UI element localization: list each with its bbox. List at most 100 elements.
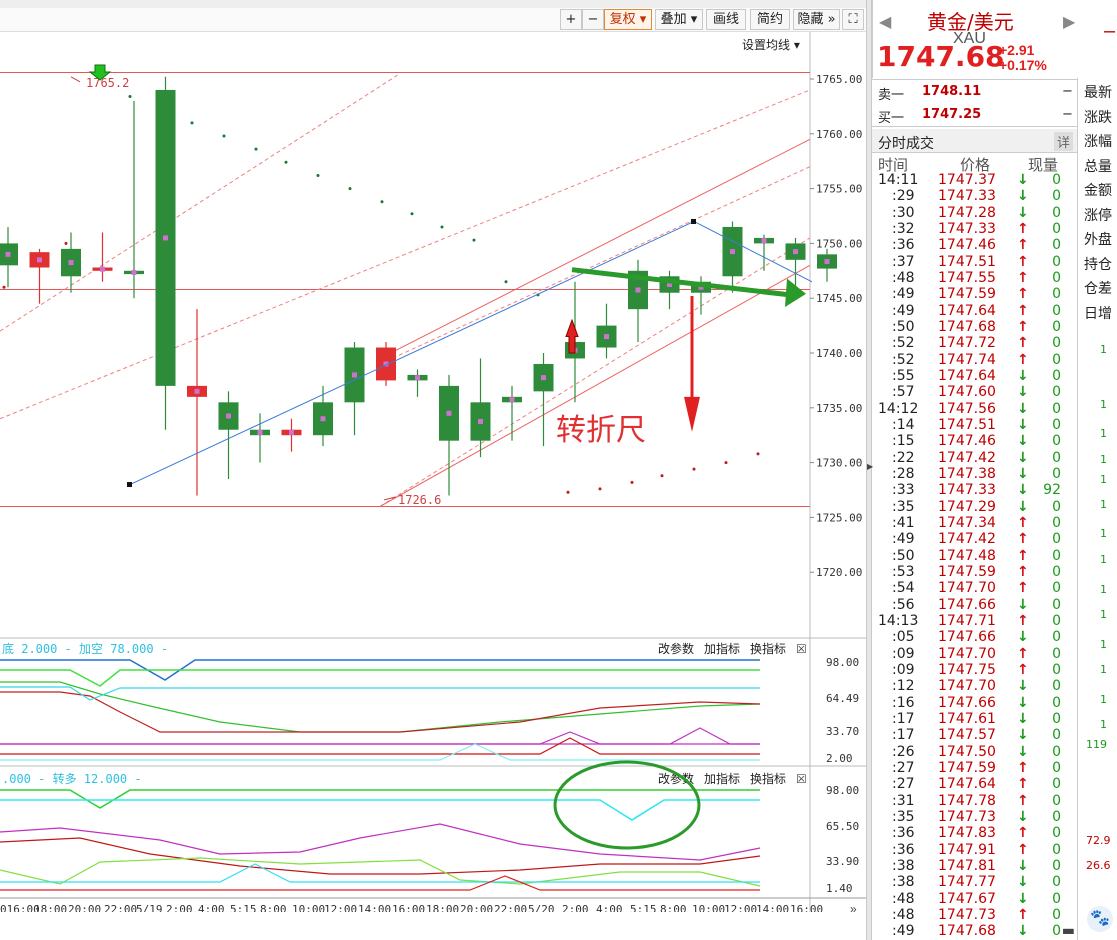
time-axis-label: 5:15 xyxy=(230,903,257,912)
indicator2-swap-indicator-button[interactable]: 换指标 xyxy=(750,771,786,786)
buy-label: 买一 xyxy=(878,111,905,126)
tick-row: :50 1747.68 ↑ 0 xyxy=(872,319,1077,335)
high-label: 1765.2 xyxy=(86,76,129,90)
arrow-down-icon: ↓ xyxy=(1017,384,1029,401)
ma-settings-link[interactable]: 设置均线 ▾ xyxy=(742,36,800,53)
indicator2-red-base xyxy=(0,875,760,891)
sar-dot xyxy=(380,200,384,204)
simple-mode-button[interactable]: 简约 xyxy=(750,9,790,30)
time-axis-label: 10:00 xyxy=(692,903,725,912)
header-dash: – xyxy=(1104,20,1116,42)
indicator2-axis-label: 1.40 xyxy=(826,882,853,895)
fuquan-dropdown[interactable]: 复权 ▾ xyxy=(604,9,652,30)
tick-time: :33 xyxy=(892,482,915,499)
tick-row: :36 1747.46 ↑ 0 xyxy=(872,237,1077,253)
arrow-up-icon: ↑ xyxy=(1017,335,1029,352)
tick-time: :36 xyxy=(892,237,915,254)
ma-settings-label: 设置均线 xyxy=(742,38,791,52)
tick-price: 1747.33 xyxy=(938,188,996,205)
tick-volume: 0 xyxy=(1052,514,1061,531)
tick-time: :50 xyxy=(892,547,915,564)
indicator2-add-indicator-button[interactable]: 加指标 xyxy=(704,771,740,786)
buy-row: 买一 1747.25 − xyxy=(872,103,1077,127)
candle-mid-marker xyxy=(824,258,830,264)
overlay-label: 叠加 xyxy=(660,12,687,27)
indicator1-magenta-peaks xyxy=(0,727,760,745)
tick-time: :05 xyxy=(892,629,915,646)
tick-volume: 0 xyxy=(1052,318,1061,335)
tick-price: 1747.73 xyxy=(938,906,996,923)
next-symbol-icon[interactable]: ▶ xyxy=(1063,12,1075,32)
arrow-up-icon: ↑ xyxy=(1017,580,1029,597)
tick-volume: 0 xyxy=(1052,612,1061,629)
price-axis-label: 1735.00 xyxy=(816,402,862,415)
price-axis-label: 1720.00 xyxy=(816,566,862,579)
chart-area[interactable]: 1765.00 1760.00 1755.00 1750.00 1745.00 1740.… xyxy=(0,32,866,916)
tick-price: 1747.74 xyxy=(938,351,996,368)
hide-button[interactable]: 隐藏 » xyxy=(793,9,840,30)
tick-marker: ▬ xyxy=(1061,923,1075,940)
arrow-down-icon: ↓ xyxy=(1017,890,1029,907)
tick-row: :15 1747.46 ↓ 0 xyxy=(872,433,1077,449)
last-price: 1747.68 xyxy=(877,40,1005,73)
chart-canvas[interactable]: 1765.00 1760.00 1755.00 1750.00 1745.00 1740.… xyxy=(0,32,866,916)
tick-volume: 0 xyxy=(1052,759,1061,776)
tick-price: 1747.91 xyxy=(938,841,996,858)
prev-symbol-icon[interactable]: ◀ xyxy=(879,12,891,32)
tick-time: :49 xyxy=(892,302,915,319)
side-stat-label: 日增 xyxy=(1084,305,1112,322)
tick-time: :56 xyxy=(892,596,915,613)
tick-row: :48 1747.67 ↓ 0 xyxy=(872,891,1077,907)
arrow-down-icon: ↓ xyxy=(1017,172,1029,188)
zoom-in-button[interactable]: + xyxy=(560,9,582,30)
tick-volume: 0 xyxy=(1052,286,1061,303)
side-stat-label: 涨停 xyxy=(1084,207,1112,224)
side-stat-value: 1 xyxy=(1100,427,1107,440)
tick-time: :28 xyxy=(892,465,915,482)
tick-row: :29 1747.33 ↓ 0 xyxy=(872,188,1077,204)
tick-time: :48 xyxy=(892,890,915,907)
arrow-up-icon: ↑ xyxy=(1017,237,1029,254)
sell-volume: − xyxy=(1062,84,1073,99)
ticks-detail-button[interactable]: 详 xyxy=(1054,132,1074,151)
fullscreen-icon[interactable]: ⛶ xyxy=(842,9,864,30)
sar-dot xyxy=(440,225,444,229)
side-stats-panel: 最新 涨跌 涨幅 总量 金额 涨停 外盘 持仓 仓差 日增 1 1 1 1 1 1 1 1 1 1 1 1 1 1 119 72… xyxy=(1077,78,1117,940)
draw-line-button[interactable]: 画线 xyxy=(706,9,746,30)
paw-assistant-icon[interactable]: 🐾 xyxy=(1087,906,1113,932)
indicator1-change-params-button[interactable]: 改参数 xyxy=(658,641,694,656)
side-stat-value: 1 xyxy=(1100,638,1107,651)
candle-mid-marker xyxy=(635,287,641,293)
scroll-forward-icon[interactable]: » xyxy=(850,902,857,916)
sar-dot xyxy=(316,173,320,177)
indicator1-add-indicator-button[interactable]: 加指标 xyxy=(704,641,740,656)
time-axis-label: 8:00 xyxy=(260,903,287,912)
tick-time: :35 xyxy=(892,498,915,515)
sar-dot xyxy=(724,461,728,465)
tick-time: :41 xyxy=(892,514,915,531)
tick-price: 1747.66 xyxy=(938,629,996,646)
candle-mid-marker xyxy=(289,429,294,435)
tick-row: :09 1747.70 ↑ 0 xyxy=(872,646,1077,662)
arrow-up-icon: ↑ xyxy=(1017,841,1029,858)
indicator1-swap-indicator-button[interactable]: 换指标 xyxy=(750,641,786,656)
arrow-down-icon: ↓ xyxy=(1017,743,1029,760)
tick-volume: 0 xyxy=(1052,857,1061,874)
indicator2-close-icon[interactable]: ☒ xyxy=(796,772,807,786)
tick-price: 1747.51 xyxy=(938,253,996,270)
tick-price: 1747.66 xyxy=(938,596,996,613)
arrow-up-icon: ↑ xyxy=(1017,825,1029,842)
tick-time: :31 xyxy=(892,792,915,809)
tick-volume: 0 xyxy=(1052,792,1061,809)
indicator1-close-icon[interactable]: ☒ xyxy=(796,642,807,656)
price-axis-label: 1765.00 xyxy=(816,73,862,86)
tick-volume: 0 xyxy=(1052,172,1061,188)
side-stat-value: 1 xyxy=(1100,693,1107,706)
tick-time: :49 xyxy=(892,923,915,940)
tick-volume: 0 xyxy=(1052,220,1061,237)
indicator1-cyan-line xyxy=(0,686,760,701)
tick-row: :41 1747.34 ↑ 0 xyxy=(872,515,1077,531)
overlay-dropdown[interactable]: 叠加 ▾ xyxy=(655,9,703,30)
tick-volume: 0 xyxy=(1052,841,1061,858)
zoom-out-button[interactable]: − xyxy=(582,9,604,30)
